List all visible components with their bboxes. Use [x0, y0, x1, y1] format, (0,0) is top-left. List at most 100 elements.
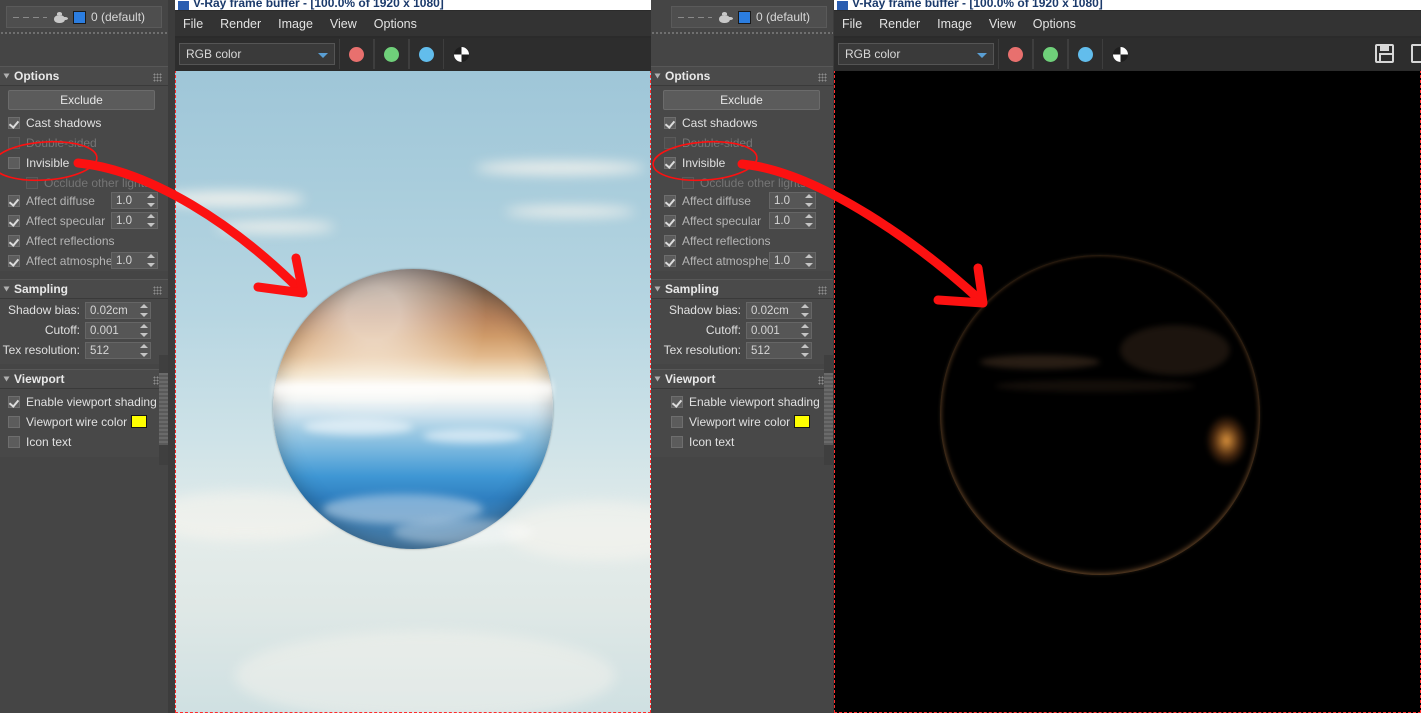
menu-options-right[interactable]: Options	[1033, 17, 1076, 31]
spinner-arrows-icon[interactable]	[804, 214, 813, 227]
checkbox-affect-reflections-right[interactable]: Affect reflections	[664, 232, 771, 250]
chevron-down-icon[interactable]	[977, 53, 987, 58]
rollout-sampling-right[interactable]: Sampling	[651, 279, 833, 299]
panel-scrollbar-thumb[interactable]	[824, 373, 833, 445]
checkbox-viewport-wire-color-left[interactable]: Viewport wire color	[8, 413, 127, 431]
spinner-arrows-icon[interactable]	[800, 344, 809, 357]
spinner-arrows-icon[interactable]	[139, 304, 148, 317]
extra-toolbar-button[interactable]	[1411, 44, 1421, 63]
checkbox-affect-atmospheric-left[interactable]: Affect atmospheric	[8, 252, 116, 270]
checkbox-icon[interactable]	[8, 416, 20, 428]
checkbox-invisible-left[interactable]: Invisible	[8, 154, 69, 172]
menu-render-left[interactable]: Render	[220, 17, 261, 31]
spinner-arrows-icon[interactable]	[146, 214, 155, 227]
layer-bar-right[interactable]: 0 (default)	[671, 6, 827, 28]
checkbox-icon[interactable]	[8, 436, 20, 448]
chevron-down-icon[interactable]	[318, 53, 328, 58]
spinner-arrows-icon[interactable]	[800, 324, 809, 337]
checkbox-icon[interactable]	[8, 195, 20, 207]
menu-image-left[interactable]: Image	[278, 17, 313, 31]
checkbox-affect-atmospheric-right[interactable]: Affect atmospheric	[664, 252, 774, 270]
checkbox-enable-viewport-shading-left[interactable]: Enable viewport shading	[8, 393, 157, 411]
checkbox-icon[interactable]	[671, 416, 683, 428]
field-tex-resolution-right[interactable]: 512	[746, 342, 812, 359]
spinner-affect-atmospheric-left[interactable]: 1.0	[111, 252, 158, 269]
exclude-button-right[interactable]: Exclude	[663, 90, 820, 110]
spinner-arrows-icon[interactable]	[804, 194, 813, 207]
checkbox-icon[interactable]	[8, 255, 20, 267]
rollout-viewport-left[interactable]: Viewport	[0, 369, 168, 389]
checkbox-cast-shadows-left[interactable]: Cast shadows	[8, 114, 101, 132]
save-icon[interactable]	[1375, 44, 1394, 63]
red-channel-button-right[interactable]	[998, 39, 1033, 69]
spinner-arrows-icon[interactable]	[139, 324, 148, 337]
menu-options-left[interactable]: Options	[374, 17, 417, 31]
checkbox-icon[interactable]	[8, 396, 20, 408]
spinner-affect-specular-left[interactable]: 1.0	[111, 212, 158, 229]
channel-select-left[interactable]: RGB color	[179, 43, 335, 65]
field-shadow-bias-left[interactable]: 0.02cm	[85, 302, 151, 319]
spinner-affect-specular-right[interactable]: 1.0	[769, 212, 816, 229]
checkbox-affect-reflections-left[interactable]: Affect reflections	[8, 232, 115, 250]
checkbox-icon[interactable]	[664, 195, 676, 207]
checkbox-affect-specular-left[interactable]: Affect specular	[8, 212, 105, 230]
panel-scrollbar-right[interactable]	[824, 355, 833, 465]
field-shadow-bias-right[interactable]: 0.02cm	[746, 302, 812, 319]
panel-scrollbar-thumb[interactable]	[159, 373, 168, 445]
checkbox-icon[interactable]	[664, 255, 676, 267]
panel-scrollbar-left[interactable]	[159, 355, 168, 465]
checkbox-icon-text-left[interactable]: Icon text	[8, 433, 71, 451]
rollout-viewport-right[interactable]: Viewport	[651, 369, 833, 389]
checkbox-icon[interactable]	[8, 235, 20, 247]
channel-select-right[interactable]: RGB color	[838, 43, 994, 65]
checkbox-icon-text-right[interactable]: Icon text	[671, 433, 734, 451]
vfb-title-bar-left[interactable]: V-Ray frame buffer - [100.0% of 1920 x 1…	[175, 0, 651, 10]
render-image-left[interactable]	[175, 71, 651, 713]
menu-file-left[interactable]: File	[183, 17, 203, 31]
spinner-affect-diffuse-right[interactable]: 1.0	[769, 192, 816, 209]
checkbox-affect-diffuse-right[interactable]: Affect diffuse	[664, 192, 751, 210]
green-channel-button-left[interactable]	[374, 39, 409, 69]
menu-view-right[interactable]: View	[989, 17, 1016, 31]
spinner-arrows-icon[interactable]	[800, 304, 809, 317]
checkbox-icon[interactable]	[671, 396, 683, 408]
checkbox-icon[interactable]	[664, 117, 676, 129]
layer-color-swatch[interactable]	[73, 10, 86, 24]
checkbox-icon[interactable]	[8, 117, 20, 129]
field-tex-resolution-left[interactable]: 512	[85, 342, 151, 359]
field-cutoff-right[interactable]: 0.001	[746, 322, 812, 339]
alpha-channel-button-left[interactable]	[444, 39, 479, 69]
layer-bar-left[interactable]: 0 (default)	[6, 6, 162, 28]
rollout-options-right[interactable]: Options	[651, 66, 833, 86]
checkbox-viewport-wire-color-right[interactable]: Viewport wire color	[671, 413, 790, 431]
spinner-arrows-icon[interactable]	[139, 344, 148, 357]
spinner-arrows-icon[interactable]	[146, 254, 155, 267]
checkbox-icon[interactable]	[671, 436, 683, 448]
checkbox-enable-viewport-shading-right[interactable]: Enable viewport shading	[671, 393, 820, 411]
checkbox-icon[interactable]	[8, 157, 20, 169]
viewport-wire-color-swatch-left[interactable]	[131, 415, 147, 428]
blue-channel-button-left[interactable]	[409, 39, 444, 69]
exclude-button-left[interactable]: Exclude	[8, 90, 155, 110]
checkbox-affect-specular-right[interactable]: Affect specular	[664, 212, 761, 230]
rollout-sampling-left[interactable]: Sampling	[0, 279, 168, 299]
menu-view-left[interactable]: View	[330, 17, 357, 31]
checkbox-icon[interactable]	[664, 157, 676, 169]
alpha-channel-button-right[interactable]	[1103, 39, 1138, 69]
layer-color-swatch[interactable]	[738, 10, 751, 24]
vfb-title-bar-right[interactable]: V-Ray frame buffer - [100.0% of 1920 x 1…	[834, 0, 1421, 10]
green-channel-button-right[interactable]	[1033, 39, 1068, 69]
checkbox-invisible-right[interactable]: Invisible	[664, 154, 725, 172]
spinner-affect-atmospheric-right[interactable]: 1.0	[769, 252, 816, 269]
rollout-options-left[interactable]: Options	[0, 66, 168, 86]
spinner-arrows-icon[interactable]	[146, 194, 155, 207]
viewport-wire-color-swatch-right[interactable]	[794, 415, 810, 428]
render-image-right[interactable]	[834, 71, 1421, 713]
spinner-affect-diffuse-left[interactable]: 1.0	[111, 192, 158, 209]
menu-file-right[interactable]: File	[842, 17, 862, 31]
menu-render-right[interactable]: Render	[879, 17, 920, 31]
menu-image-right[interactable]: Image	[937, 17, 972, 31]
field-cutoff-left[interactable]: 0.001	[85, 322, 151, 339]
checkbox-cast-shadows-right[interactable]: Cast shadows	[664, 114, 757, 132]
checkbox-icon[interactable]	[664, 235, 676, 247]
